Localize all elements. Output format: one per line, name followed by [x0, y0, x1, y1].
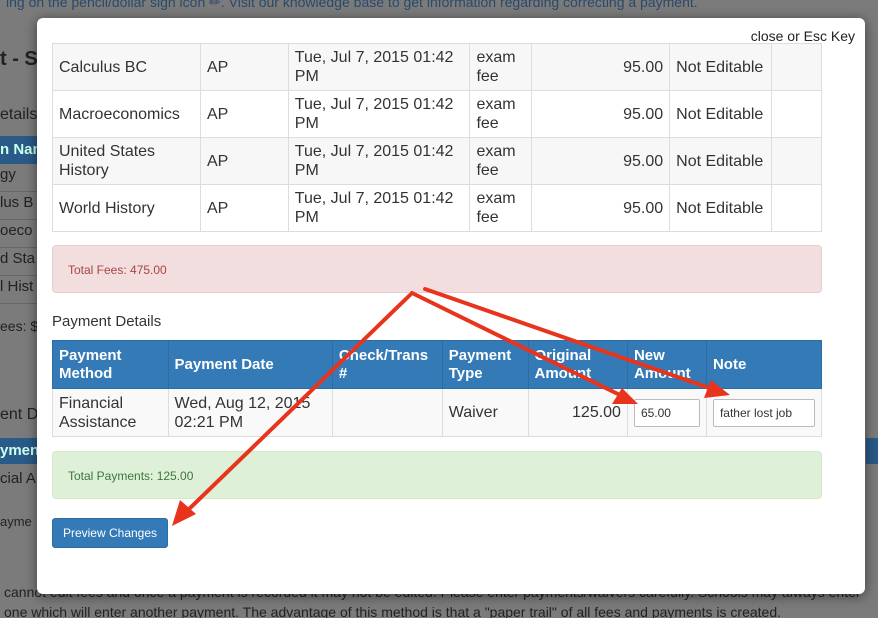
table-row: Macroeconomics AP Tue, Jul 7, 2015 01:42…: [52, 90, 822, 138]
fee-course: United States History: [52, 137, 201, 185]
fee-course-type: AP: [199, 90, 289, 138]
total-payments-alert: Total Payments: 125.00: [52, 451, 822, 499]
background-table-header: n Nan: [0, 136, 38, 164]
column-header-method: Payment Method: [52, 340, 169, 389]
total-fees-alert: Total Fees: 475.00: [52, 245, 822, 293]
fee-status: Not Editable: [669, 43, 773, 91]
note-input[interactable]: [712, 398, 815, 427]
background-row: lus B: [0, 194, 38, 220]
payment-method: Financial Assistance: [52, 388, 169, 437]
fee-course-type: AP: [199, 184, 289, 232]
table-row: World History AP Tue, Jul 7, 2015 01:42 …: [52, 184, 822, 232]
fee-course-type: AP: [199, 43, 289, 91]
payment-date: Wed, Aug 12, 2015 02:21 PM: [167, 388, 333, 437]
background-title: t - S: [0, 48, 38, 70]
fee-amount: 95.00: [531, 184, 671, 232]
fee-type: exam fee: [469, 90, 533, 138]
fee-course: World History: [52, 184, 201, 232]
background-header-edge: [866, 438, 878, 464]
payment-type: Waiver: [441, 388, 529, 437]
background-payment-header: yment: [0, 438, 38, 464]
close-link[interactable]: close or Esc Key: [751, 28, 855, 44]
note-cell: [705, 388, 823, 437]
background-payment-row: cial A: [0, 470, 36, 487]
new-amount-cell: [626, 388, 707, 437]
background-row: gy: [0, 166, 38, 192]
new-amount-input[interactable]: [633, 398, 700, 427]
column-header-note: Note: [705, 340, 823, 389]
fee-status: Not Editable: [669, 184, 773, 232]
fee-amount: 95.00: [531, 137, 671, 185]
table-row: United States History AP Tue, Jul 7, 201…: [52, 137, 822, 185]
background-payment-sub: ayme: [0, 514, 32, 529]
fee-action-cell: [771, 43, 822, 91]
fee-action-cell: [771, 137, 822, 185]
column-header-check: Check/Trans #: [331, 340, 443, 389]
column-header-type: Payment Type: [441, 340, 529, 389]
preview-changes-button[interactable]: Preview Changes: [52, 518, 168, 548]
table-row: Financial Assistance Wed, Aug 12, 2015 0…: [52, 388, 823, 437]
payment-original-amount: 125.00: [527, 388, 628, 437]
fee-status: Not Editable: [669, 137, 773, 185]
fee-status: Not Editable: [669, 90, 773, 138]
payment-check-number: [331, 388, 443, 437]
fees-table: Calculus BC AP Tue, Jul 7, 2015 01:42 PM…: [52, 43, 822, 232]
background-fees: ees: $: [0, 318, 39, 334]
payment-details-heading: Payment Details: [52, 313, 162, 330]
background-instructions-line: one which will enter another payment. Th…: [4, 604, 782, 618]
background-details-label: etails: [0, 106, 38, 123]
fee-date: Tue, Jul 7, 2015 01:42 PM: [287, 43, 471, 91]
payments-table: Payment Method Payment Date Check/Trans …: [52, 340, 823, 437]
fee-action-cell: [771, 90, 822, 138]
table-row: Calculus BC AP Tue, Jul 7, 2015 01:42 PM…: [52, 43, 822, 91]
column-header-new: New Amount: [626, 340, 707, 389]
background-row: d Sta: [0, 250, 38, 276]
fee-type: exam fee: [469, 137, 533, 185]
fee-amount: 95.00: [531, 43, 671, 91]
background-top-note: ing on the pencil/dollar sign icon ✏. Vi…: [6, 0, 698, 10]
column-header-original: Original Amount: [527, 340, 628, 389]
fee-date: Tue, Jul 7, 2015 01:42 PM: [287, 184, 471, 232]
column-header-date: Payment Date: [167, 340, 333, 389]
fee-course: Macroeconomics: [52, 90, 201, 138]
background-row: oeco: [0, 222, 38, 248]
payments-header-row: Payment Method Payment Date Check/Trans …: [52, 340, 823, 389]
fee-course-type: AP: [199, 137, 289, 185]
fee-date: Tue, Jul 7, 2015 01:42 PM: [287, 90, 471, 138]
fee-amount: 95.00: [531, 90, 671, 138]
fee-type: exam fee: [469, 43, 533, 91]
fee-course: Calculus BC: [52, 43, 201, 91]
edit-payments-modal: close or Esc Key Calculus BC AP Tue, Jul…: [37, 18, 865, 594]
background-row: l Hist: [0, 278, 38, 304]
fee-type: exam fee: [469, 184, 533, 232]
background-payment-details: ent De: [0, 406, 38, 423]
fee-action-cell: [771, 184, 822, 232]
fee-date: Tue, Jul 7, 2015 01:42 PM: [287, 137, 471, 185]
